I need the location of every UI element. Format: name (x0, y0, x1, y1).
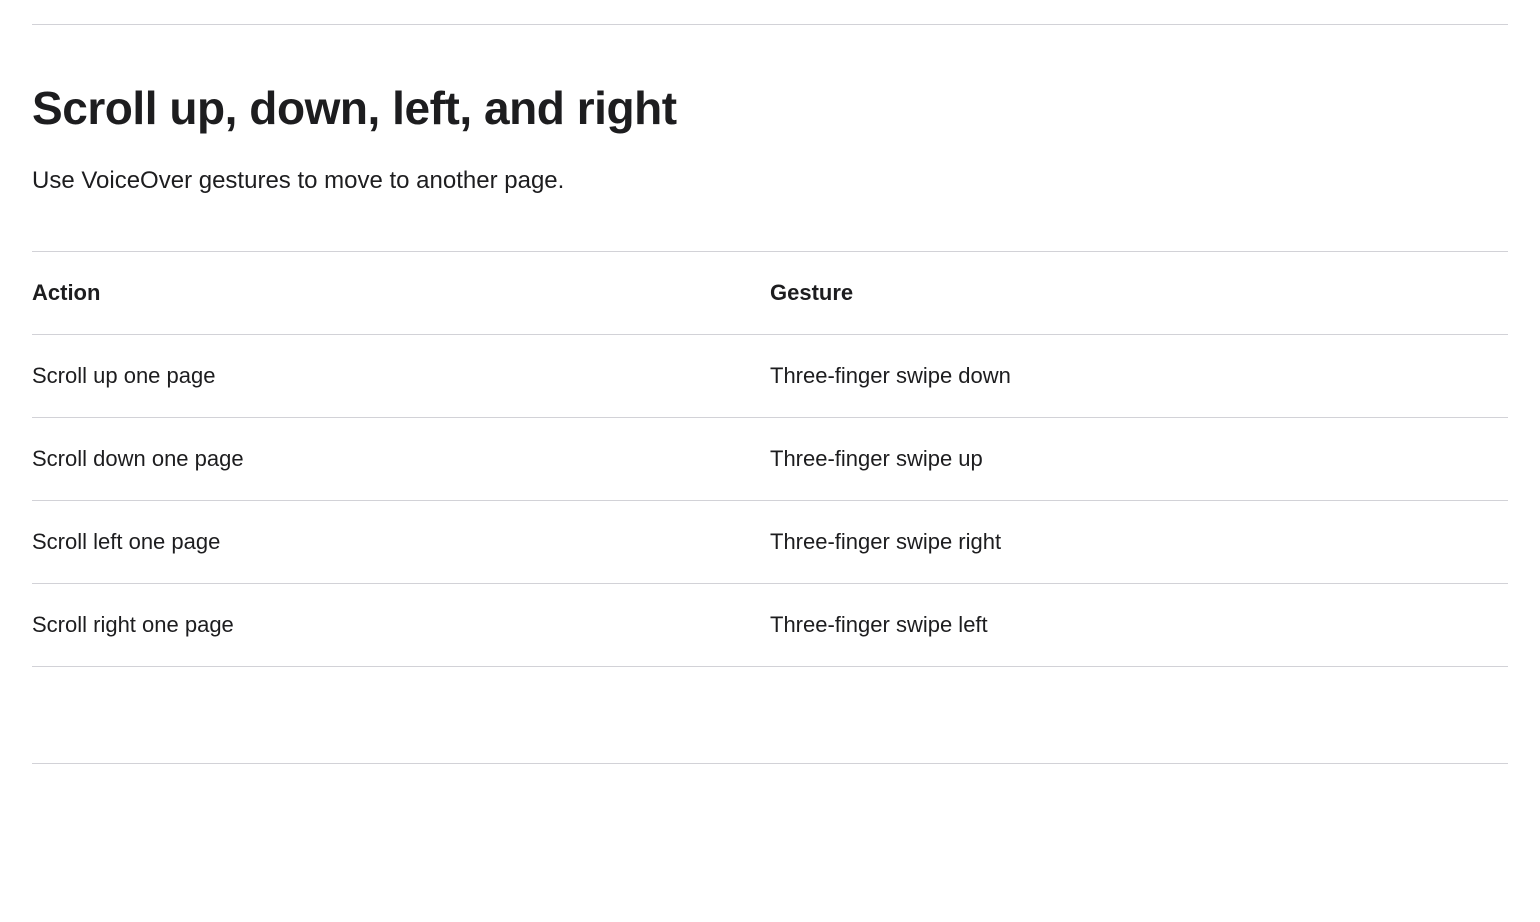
gesture-table: Action Gesture Scroll up one page Three-… (32, 251, 1508, 667)
table-cell-action: Scroll left one page (32, 501, 770, 584)
table-row: Scroll right one page Three-finger swipe… (32, 584, 1508, 667)
table-header-gesture: Gesture (770, 252, 1508, 335)
table-row: Scroll up one page Three-finger swipe do… (32, 335, 1508, 418)
section-subtitle: Use VoiceOver gestures to move to anothe… (32, 167, 1508, 195)
table-row: Scroll down one page Three-finger swipe … (32, 418, 1508, 501)
table-row: Scroll left one page Three-finger swipe … (32, 501, 1508, 584)
table-cell-gesture: Three-finger swipe left (770, 584, 1508, 667)
bottom-divider (32, 763, 1508, 764)
table-cell-action: Scroll right one page (32, 584, 770, 667)
section-heading: Scroll up, down, left, and right (32, 81, 1508, 135)
table-header-action: Action (32, 252, 770, 335)
table-cell-action: Scroll up one page (32, 335, 770, 418)
table-cell-gesture: Three-finger swipe down (770, 335, 1508, 418)
table-cell-gesture: Three-finger swipe up (770, 418, 1508, 501)
table-cell-action: Scroll down one page (32, 418, 770, 501)
top-divider (32, 24, 1508, 25)
table-cell-gesture: Three-finger swipe right (770, 501, 1508, 584)
table-header-row: Action Gesture (32, 252, 1508, 335)
